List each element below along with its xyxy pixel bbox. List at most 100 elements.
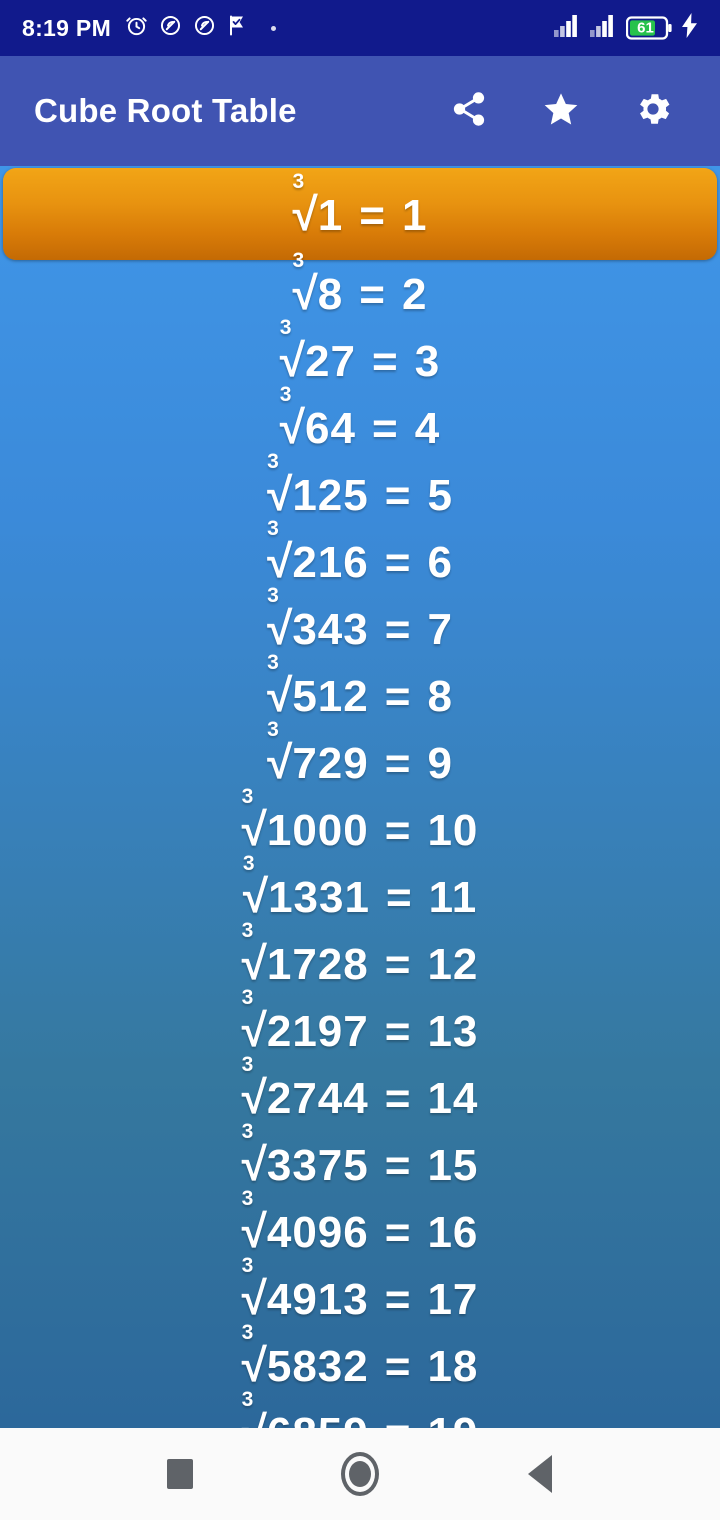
radicand-value: 27 — [305, 337, 356, 386]
cube-root-expression: 3 √ 1331 = 11 — [243, 853, 477, 922]
cube-root-row[interactable]: 3 √ 729 = 9 — [0, 719, 720, 796]
radical-symbol: √ — [241, 1071, 268, 1123]
radicand-value: 4096 — [266, 1208, 369, 1257]
cube-root-result: 19 — [427, 1412, 478, 1429]
settings-button[interactable] — [630, 88, 676, 134]
radical-symbol: √ — [267, 535, 294, 587]
radical-index: 3 — [241, 1254, 255, 1277]
radical-index: 3 — [267, 450, 280, 473]
cube-root-row[interactable]: 3 √ 1728 = 12 — [0, 920, 720, 997]
radicand-value: 729 — [292, 739, 369, 788]
radical-index: 3 — [242, 852, 256, 875]
radicand-value: 343 — [292, 605, 369, 654]
radical-index: 3 — [241, 919, 255, 942]
status-bar-right: 61 — [554, 13, 698, 43]
gear-icon — [632, 88, 674, 135]
radicand-value: 8 — [317, 270, 344, 319]
radical-sign: 3√ — [292, 171, 319, 240]
cube-root-expression: 3 √ 729 = 9 — [267, 719, 453, 788]
cube-root-row[interactable]: 3 √ 512 = 8 — [0, 652, 720, 729]
cube-root-row[interactable]: 3 √ 4096 = 16 — [0, 1188, 720, 1265]
radical-sign: 3√ — [280, 317, 306, 384]
system-navigation-bar — [0, 1428, 720, 1520]
radical-index: 3 — [241, 1321, 255, 1344]
cube-root-row[interactable]: 3 √ 125 = 5 — [0, 451, 720, 528]
do-not-disturb-icon — [192, 13, 217, 43]
cube-root-result: 14 — [427, 1074, 479, 1123]
radicand-value: 216 — [292, 538, 369, 587]
cube-root-expression: 3 √ 3375 = 15 — [242, 1121, 479, 1190]
recents-button[interactable] — [90, 1428, 270, 1520]
radicand-value: 64 — [305, 404, 356, 453]
cube-root-row[interactable]: 3 √ 1331 = 11 — [0, 853, 720, 930]
radical-sign: 3√ — [242, 987, 268, 1054]
radical-symbol: √ — [292, 187, 319, 240]
equals-sign: = — [384, 605, 412, 654]
radicand-value: 1000 — [266, 806, 369, 855]
radical-index: 3 — [292, 249, 306, 272]
cube-root-list[interactable]: 3 √ 1 = 1 3 √ 8 = 2 3 √ 27 = 3 3 √ 64 = 4 3 √ 125 = 5 3 √ 216 = 6 3 √ 34… — [0, 166, 720, 1428]
favorite-button[interactable] — [538, 88, 584, 134]
share-button[interactable] — [446, 88, 492, 134]
radical-symbol: √ — [241, 1339, 268, 1391]
radical-symbol: √ — [241, 937, 268, 989]
cube-root-row[interactable]: 3 √ 1000 = 10 — [0, 786, 720, 863]
cube-root-result: 12 — [427, 940, 479, 989]
cube-root-row[interactable]: 3 √ 5832 = 18 — [0, 1322, 720, 1399]
cube-root-row[interactable]: 3 √ 216 = 6 — [0, 518, 720, 595]
radical-index: 3 — [241, 1120, 255, 1143]
cube-root-result: 8 — [427, 672, 453, 721]
cube-root-result: 1 — [401, 190, 428, 240]
cube-root-expression: 3 √ 1000 = 10 — [242, 786, 479, 855]
share-icon — [450, 90, 488, 133]
cube-root-expression: 3 √ 8 = 2 — [293, 250, 428, 319]
radicand-value: 1331 — [268, 873, 370, 922]
app-bar-actions — [446, 88, 694, 134]
radical-sign: 3√ — [267, 652, 293, 719]
cube-root-row[interactable]: 3 √ 343 = 7 — [0, 585, 720, 662]
circle-icon — [341, 1452, 379, 1496]
back-button[interactable] — [450, 1428, 630, 1520]
cube-root-row[interactable]: 3 √ 4913 = 17 — [0, 1255, 720, 1332]
star-icon — [541, 89, 581, 134]
cube-root-expression: 3 √ 216 = 6 — [267, 518, 453, 587]
equals-sign: = — [384, 1007, 412, 1056]
cube-root-expression: 3 √ 2744 = 14 — [241, 1054, 479, 1123]
radical-index: 3 — [279, 383, 293, 406]
radical-sign: 3√ — [242, 1255, 268, 1322]
cube-root-expression: 3√6859 = 19 — [242, 1389, 479, 1429]
radical-symbol: √ — [267, 602, 294, 654]
cube-root-row[interactable]: 3 √ 8 = 2 — [0, 250, 720, 327]
cube-root-row[interactable]: 3 √ 3375 = 15 — [0, 1121, 720, 1198]
cube-root-row[interactable]: 3 √ 1 = 1 — [3, 168, 717, 260]
cube-root-row[interactable]: 3 √ 2744 = 14 — [0, 1054, 720, 1131]
equals-sign: = — [384, 1275, 412, 1324]
app-bar: Cube Root Table — [0, 56, 720, 166]
battery-icon: 61 — [626, 16, 672, 40]
equals-sign: = — [384, 1141, 412, 1190]
radical-sign: 3√ — [241, 920, 268, 989]
radical-sign: 3√ — [267, 451, 293, 518]
cube-root-result: 3 — [414, 337, 441, 386]
silent-mode-icon — [158, 13, 183, 43]
cube-root-expression: 3 √ 27 = 3 — [280, 317, 441, 386]
cube-root-expression: 3 √ 125 = 5 — [267, 451, 453, 520]
equals-sign: = — [384, 739, 412, 788]
cube-root-row[interactable]: 3 √ 27 = 3 — [0, 317, 720, 394]
cube-root-list-inner: 3 √ 1 = 1 3 √ 8 = 2 3 √ 27 = 3 3 √ 64 = 4 3 √ 125 = 5 3 √ 216 = 6 3 √ 34… — [0, 166, 720, 1428]
radical-index: 3 — [241, 1053, 255, 1076]
radicand-value: 1728 — [266, 940, 369, 989]
home-button[interactable] — [270, 1428, 450, 1520]
cube-root-result: 5 — [427, 471, 453, 520]
cube-root-row[interactable]: 3 √ 2197 = 13 — [0, 987, 720, 1064]
cube-root-row[interactable]: 3 √ 64 = 4 — [0, 384, 720, 461]
cube-root-row[interactable]: 3√6859 = 19 — [0, 1389, 720, 1429]
charging-bolt-icon — [681, 13, 698, 43]
equals-sign: = — [384, 471, 412, 520]
equals-sign: = — [384, 940, 412, 989]
cube-root-result: 7 — [427, 605, 453, 654]
equals-sign: = — [384, 806, 412, 855]
radicand-value: 125 — [292, 471, 369, 520]
cube-root-expression: 3 √ 512 = 8 — [267, 652, 453, 721]
radical-sign: 3√ — [242, 786, 268, 853]
